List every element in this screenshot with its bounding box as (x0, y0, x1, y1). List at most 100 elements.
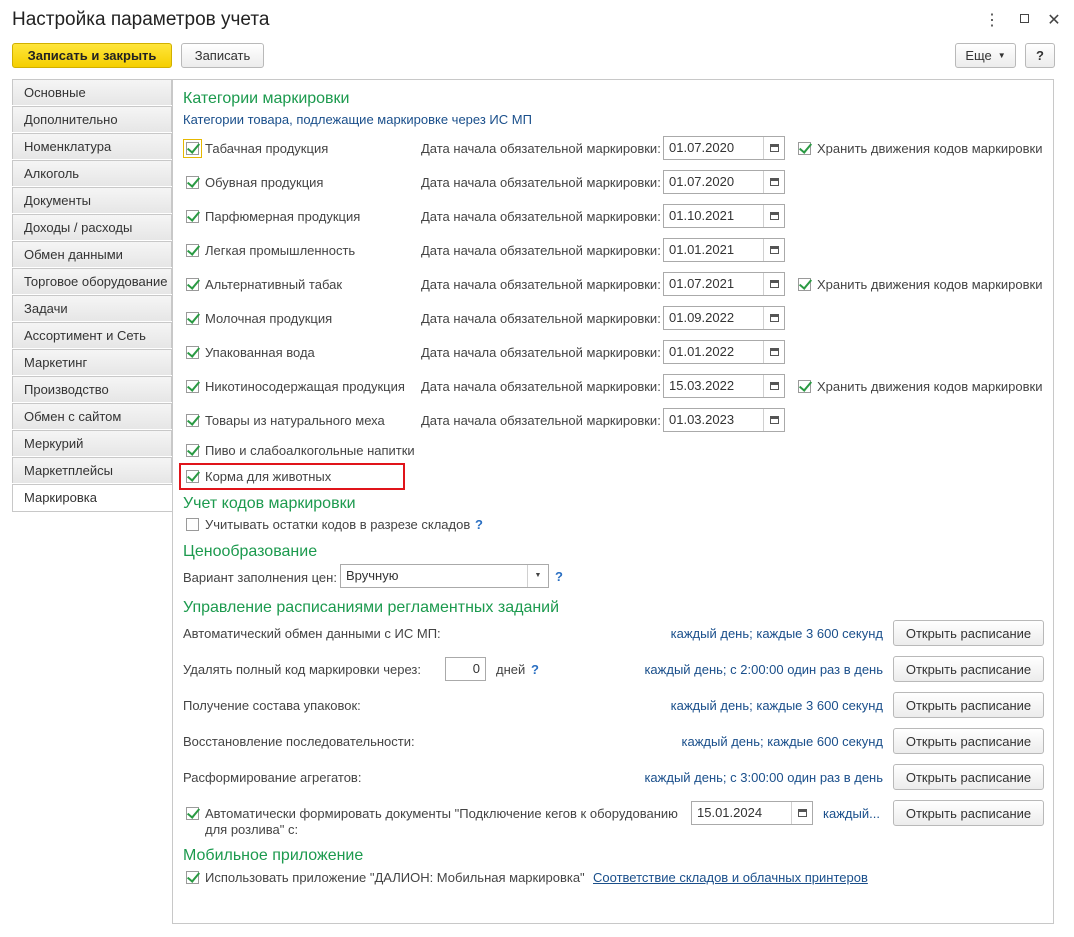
schedule-link[interactable]: каждый день; с 3:00:00 один раз в день (644, 770, 883, 785)
calendar-icon[interactable] (763, 137, 784, 159)
date-label: Дата начала обязательной маркировки: (421, 175, 661, 190)
pricing-select[interactable]: Вручную ▼ (340, 564, 549, 588)
schedule-label: Автоматический обмен данными с ИС МП: (183, 626, 441, 641)
tab-production[interactable]: Производство (12, 376, 172, 402)
save-button[interactable]: Записать (181, 43, 264, 68)
calendar-icon[interactable] (763, 273, 784, 295)
checkbox-beer[interactable] (186, 444, 199, 457)
tab-data-exchange[interactable]: Обмен данными (12, 241, 172, 267)
date-input[interactable]: 01.01.2022 (663, 340, 785, 364)
calendar-icon[interactable] (763, 409, 784, 431)
more-menu-button[interactable]: Еще ▼ (955, 43, 1016, 68)
tab-marking[interactable]: Маркировка (12, 484, 173, 512)
calendar-icon[interactable] (763, 307, 784, 329)
printers-link[interactable]: Соответствие складов и облачных принтеро… (593, 870, 868, 885)
open-schedule-button[interactable]: Открыть расписание (893, 800, 1044, 826)
tab-alcohol[interactable]: Алкоголь (12, 160, 172, 186)
pricing-heading: Ценообразование (183, 543, 318, 560)
marking-subheading: Категории товара, подлежащие маркировке … (183, 112, 532, 127)
date-input[interactable]: 01.01.2021 (663, 238, 785, 262)
checkbox-nicotine[interactable] (186, 380, 199, 393)
calendar-icon[interactable] (763, 205, 784, 227)
date-input[interactable]: 01.07.2020 (663, 136, 785, 160)
more-options-icon[interactable]: ⋮ (982, 10, 1002, 30)
checkbox-tobacco[interactable] (183, 139, 202, 158)
calendar-icon[interactable] (763, 171, 784, 193)
tab-trade-equipment[interactable]: Торговое оборудование (12, 268, 172, 294)
calendar-icon[interactable] (791, 802, 812, 824)
kegs-label-line1: Автоматически формировать документы "Под… (205, 806, 678, 821)
checkbox-water[interactable] (186, 346, 199, 359)
open-schedule-button[interactable]: Открыть расписание (893, 692, 1044, 718)
close-icon[interactable]: ✕ (1044, 10, 1064, 30)
schedule-link[interactable]: каждый день; каждые 600 секунд (682, 734, 884, 749)
schedules-heading: Управление расписаниями регламентных зад… (183, 599, 560, 616)
checkbox-by-warehouse[interactable] (186, 518, 199, 531)
checkbox-store-movements[interactable] (798, 142, 811, 155)
open-schedule-button[interactable]: Открыть расписание (893, 656, 1044, 682)
date-input[interactable]: 15.01.2024 (691, 801, 813, 825)
calendar-icon[interactable] (763, 375, 784, 397)
pricing-label: Вариант заполнения цен: (183, 570, 337, 585)
mobile-heading: Мобильное приложение (183, 847, 364, 864)
window-title: Настройка параметров учета (12, 9, 270, 30)
date-value: 01.07.2020 (669, 174, 735, 189)
date-value: 01.03.2023 (669, 412, 735, 427)
date-input[interactable]: 01.09.2022 (663, 306, 785, 330)
tab-basic[interactable]: Основные (12, 79, 172, 105)
open-schedule-button[interactable]: Открыть расписание (893, 764, 1044, 790)
chevron-down-icon[interactable]: ▼ (527, 565, 548, 587)
schedule-link[interactable]: каждый день; каждые 3 600 секунд (671, 698, 883, 713)
date-input[interactable]: 15.03.2022 (663, 374, 785, 398)
checkbox-alt-tobacco[interactable] (186, 278, 199, 291)
tab-nomenclature[interactable]: Номенклатура (12, 133, 172, 159)
help-icon[interactable]: ? (555, 569, 563, 584)
schedule-link[interactable]: каждый день; каждые 3 600 секунд (671, 626, 883, 641)
tab-mercury[interactable]: Меркурий (12, 430, 172, 456)
open-schedule-button[interactable]: Открыть расписание (893, 620, 1044, 646)
category-label: Упакованная вода (205, 345, 315, 360)
checkbox-use-mobile-app[interactable] (186, 871, 199, 884)
schedule-label: Получение состава упаковок: (183, 698, 361, 713)
category-label: Парфюмерная продукция (205, 209, 361, 224)
chevron-down-icon: ▼ (997, 51, 1006, 60)
date-input[interactable]: 01.07.2020 (663, 170, 785, 194)
checkbox-store-movements[interactable] (798, 278, 811, 291)
checkbox-store-movements[interactable] (798, 380, 811, 393)
calendar-icon[interactable] (763, 239, 784, 261)
tab-site-exchange[interactable]: Обмен с сайтом (12, 403, 172, 429)
date-input[interactable]: 01.10.2021 (663, 204, 785, 228)
date-input[interactable]: 01.07.2021 (663, 272, 785, 296)
help-icon[interactable]: ? (531, 662, 539, 677)
store-label: Хранить движения кодов маркировки (817, 277, 1043, 292)
tab-income-expenses[interactable]: Доходы / расходы (12, 214, 172, 240)
date-label: Дата начала обязательной маркировки: (421, 141, 661, 156)
checkbox-shoes[interactable] (186, 176, 199, 189)
help-button[interactable]: ? (1025, 43, 1055, 68)
tab-additional[interactable]: Дополнительно (12, 106, 172, 132)
calendar-icon[interactable] (763, 341, 784, 363)
help-icon[interactable]: ? (475, 517, 483, 532)
date-value: 15.03.2022 (669, 378, 735, 393)
codes-heading: Учет кодов маркировки (183, 495, 356, 512)
schedule-link[interactable]: каждый... (823, 806, 880, 821)
checkbox-fur[interactable] (186, 414, 199, 427)
schedule-label: Удалять полный код маркировки через: (183, 662, 421, 677)
tab-documents[interactable]: Документы (12, 187, 172, 213)
tab-assortment[interactable]: Ассортимент и Сеть (12, 322, 172, 348)
tab-marketplaces[interactable]: Маркетплейсы (12, 457, 172, 483)
category-label: Табачная продукция (205, 141, 329, 156)
checkbox-dairy[interactable] (186, 312, 199, 325)
schedule-link[interactable]: каждый день; с 2:00:00 один раз в день (644, 662, 883, 677)
checkbox-perfume[interactable] (186, 210, 199, 223)
checkbox-auto-kegs[interactable] (186, 807, 199, 820)
checkbox-light-industry[interactable] (186, 244, 199, 257)
save-and-close-button[interactable]: Записать и закрыть (12, 43, 172, 68)
open-schedule-button[interactable]: Открыть расписание (893, 728, 1044, 754)
tab-tasks[interactable]: Задачи (12, 295, 172, 321)
date-input[interactable]: 01.03.2023 (663, 408, 785, 432)
maximize-icon[interactable] (1014, 10, 1034, 23)
tab-marketing[interactable]: Маркетинг (12, 349, 172, 375)
days-input[interactable]: 0 (445, 657, 486, 681)
date-value: 01.07.2021 (669, 276, 735, 291)
